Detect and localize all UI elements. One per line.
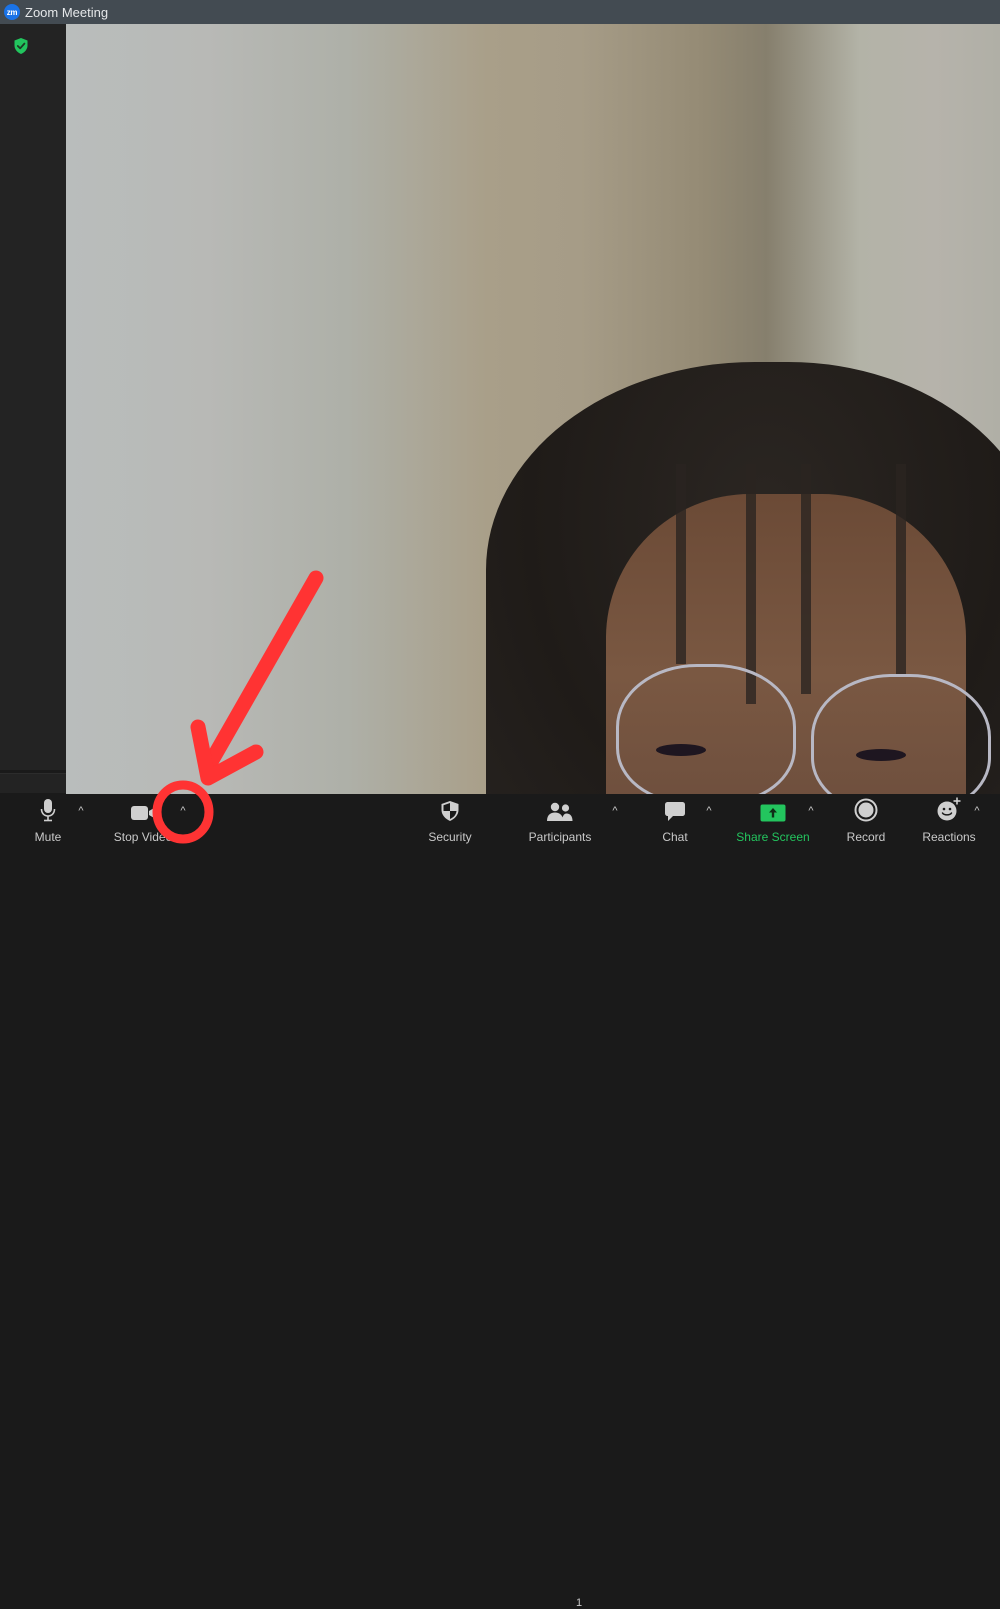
glasses-right-lens [811, 674, 991, 794]
security-label: Security [428, 830, 472, 844]
participant-eye [656, 744, 706, 756]
audio-options-caret[interactable]: ^ [73, 804, 89, 818]
hair-strand [746, 464, 756, 704]
share-screen-button[interactable]: Share Screen [730, 794, 816, 850]
chat-button[interactable]: Chat [655, 794, 695, 850]
security-button[interactable]: Security [420, 794, 480, 850]
share-screen-options-caret[interactable]: ^ [803, 804, 819, 818]
smiley-plus-icon [937, 797, 961, 821]
encryption-shield-icon[interactable] [13, 37, 29, 55]
video-feed[interactable] [66, 24, 1000, 794]
glasses-left-lens [616, 664, 796, 794]
video-options-caret[interactable]: ^ [175, 804, 191, 818]
shield-icon [441, 801, 459, 821]
chat-bubble-icon [665, 802, 685, 821]
reactions-options-caret[interactable]: ^ [969, 804, 985, 818]
hair-strand [676, 464, 686, 664]
mute-label: Mute [34, 830, 62, 844]
record-label: Record [846, 830, 886, 844]
video-camera-icon [131, 806, 155, 820]
title-bar: zm Zoom Meeting [0, 0, 1000, 24]
share-screen-arrow-icon [760, 804, 786, 822]
zoom-logo-icon: zm [4, 4, 20, 20]
window-title: Zoom Meeting [25, 4, 109, 20]
people-icon [547, 802, 573, 821]
meeting-toolbar: Mute ^ Stop Video ^ Security Participant… [0, 794, 1000, 1609]
stop-video-label: Stop Video [113, 830, 173, 844]
chat-options-caret[interactable]: ^ [701, 804, 717, 818]
record-icon [854, 798, 878, 822]
share-screen-label: Share Screen [736, 830, 810, 844]
stop-video-button[interactable]: Stop Video [108, 794, 178, 850]
reactions-button[interactable]: Reactions [918, 794, 980, 850]
reactions-label: Reactions [922, 830, 976, 844]
participants-label: Participants [528, 830, 592, 844]
mute-button[interactable]: Mute [28, 794, 68, 850]
hair-strand [801, 464, 811, 694]
hair-strand [896, 464, 906, 674]
record-button[interactable]: Record [840, 794, 892, 850]
left-panel [0, 24, 66, 770]
participants-button[interactable]: Participants [522, 794, 598, 850]
participants-options-caret[interactable]: ^ [607, 804, 623, 818]
participant-eye [856, 749, 906, 761]
participant-count: 1 [576, 1597, 583, 1609]
chat-label: Chat [662, 830, 688, 844]
microphone-icon [40, 799, 56, 822]
